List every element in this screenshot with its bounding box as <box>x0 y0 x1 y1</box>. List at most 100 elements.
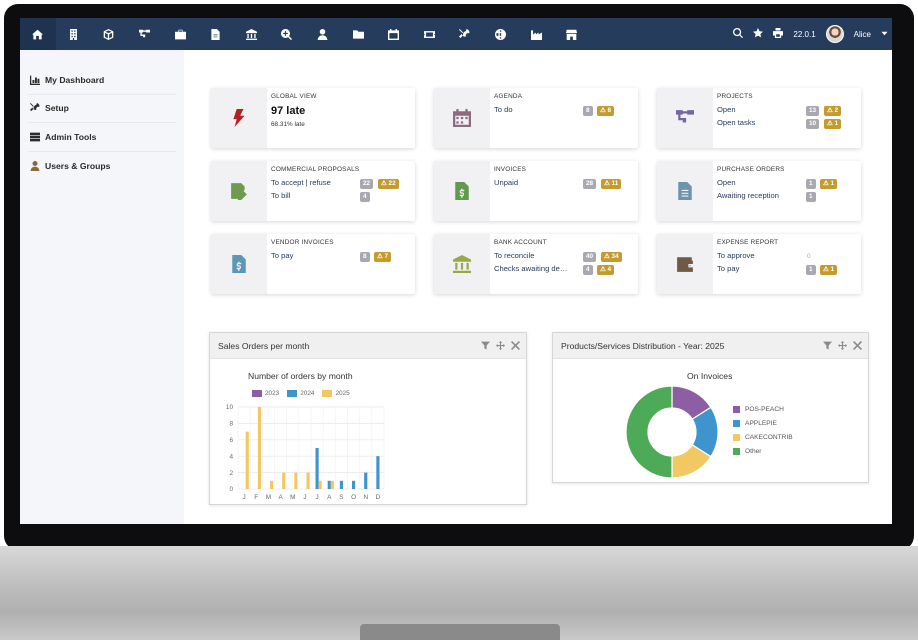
late-badge[interactable]: ⚠ 22 <box>378 179 399 189</box>
count-badge[interactable]: 13 <box>806 106 820 116</box>
box-commercial-proposals[interactable]: COMMERCIAL PROPOSALS To accept | refuse … <box>211 161 415 221</box>
globe-icon[interactable] <box>483 18 519 50</box>
widget-header[interactable]: Sales Orders per month <box>210 333 526 359</box>
building-icon[interactable] <box>56 18 92 50</box>
count-badge[interactable]: 4 <box>360 192 370 202</box>
count-badge[interactable]: 1 <box>806 265 816 275</box>
user-tie-icon[interactable] <box>305 18 341 50</box>
bar[interactable] <box>376 456 380 489</box>
pie-slice[interactable] <box>625 385 673 479</box>
move-icon[interactable] <box>496 341 505 350</box>
filter-icon[interactable] <box>481 341 490 350</box>
bar[interactable] <box>315 448 319 489</box>
bank-reconcile-label[interactable]: To reconcile <box>494 251 578 263</box>
ticket-icon[interactable] <box>412 18 448 50</box>
bank-checks-label[interactable]: Checks awaiting de… <box>494 264 578 276</box>
count-badge[interactable]: 1 <box>806 192 816 202</box>
late-badge[interactable]: ⚠ 1 <box>820 179 838 189</box>
sidebar-item-setup[interactable]: Setup <box>28 95 176 123</box>
sidebar-item-dashboard[interactable]: My Dashboard <box>28 66 176 95</box>
chevron-down-icon[interactable] <box>881 30 888 39</box>
search-plus-icon[interactable] <box>269 18 305 50</box>
late-badge[interactable]: ⚠ 4 <box>597 265 615 275</box>
sidebar-item-users-groups[interactable]: Users & Groups <box>28 152 176 181</box>
close-icon[interactable] <box>853 341 862 350</box>
legend-item[interactable]: POS-PEACH <box>733 402 793 416</box>
box-global-view[interactable]: GLOBAL VIEW 97 late 68.31% late <box>211 88 415 148</box>
late-badge[interactable]: ⚠ 1 <box>824 119 842 129</box>
late-count[interactable]: 97 late <box>271 105 305 117</box>
box-vendor-invoices[interactable]: VENDOR INVOICES To pay 8 ⚠ 7 <box>211 234 415 294</box>
x-tick-label: S <box>339 494 343 501</box>
bar[interactable] <box>352 480 356 489</box>
chart-bar-icon <box>30 75 40 85</box>
box-expense-report[interactable]: EXPENSE REPORT To approve 0 To pay 1 ⚠ 1 <box>657 234 861 294</box>
bar[interactable] <box>257 407 261 489</box>
bar[interactable] <box>294 472 298 489</box>
store-icon[interactable] <box>554 18 590 50</box>
bar[interactable] <box>306 472 310 489</box>
bar[interactable] <box>269 480 274 489</box>
box-projects[interactable]: PROJECTS Open 13 ⚠ 2 Open tasks 10 ⚠ 1 <box>657 88 861 148</box>
late-badge[interactable]: ⚠ 2 <box>824 106 842 116</box>
bar[interactable] <box>282 472 286 489</box>
user-name[interactable]: Alice <box>854 30 871 39</box>
cube-icon[interactable] <box>91 18 127 50</box>
bolt-icon <box>211 88 267 148</box>
file-invoice-icon[interactable] <box>198 18 234 50</box>
late-badge[interactable]: ⚠ 11 <box>601 179 622 189</box>
count-badge[interactable]: 40 <box>583 252 597 262</box>
legend-item[interactable]: CAKECONTRIB <box>733 430 793 444</box>
search-icon[interactable] <box>733 28 744 40</box>
count-badge[interactable]: 8 <box>583 106 593 116</box>
widget-title: Products/Services Distribution - Year: 2… <box>561 340 725 351</box>
bar[interactable] <box>330 480 334 489</box>
bar-chart: 0246810J F M A M J J A S O N D <box>226 404 385 501</box>
tools-icon[interactable] <box>447 18 483 50</box>
star-icon[interactable] <box>753 28 764 40</box>
count-badge[interactable]: 4 <box>583 265 593 275</box>
count-badge[interactable]: 1 <box>806 179 816 189</box>
bar[interactable] <box>327 480 331 489</box>
calendar-icon[interactable] <box>376 18 412 50</box>
bar[interactable] <box>339 480 343 489</box>
project-icon <box>657 88 713 148</box>
bar[interactable] <box>245 431 249 489</box>
screen: 22.0.1 Alice My Dashboard Setup Admin To… <box>20 18 892 524</box>
widget-header[interactable]: Products/Services Distribution - Year: 2… <box>553 333 868 359</box>
move-icon[interactable] <box>838 341 847 350</box>
box-invoices[interactable]: INVOICES Unpaid 28 ⚠ 11 <box>434 161 638 221</box>
avatar[interactable] <box>825 25 844 43</box>
legend-item[interactable]: APPLEPIE <box>733 416 793 430</box>
sidebar-item-admin-tools[interactable]: Admin Tools <box>28 123 176 152</box>
industry-icon[interactable] <box>518 18 554 50</box>
y-tick-label: 0 <box>229 486 233 493</box>
count-badge[interactable]: 28 <box>583 179 597 189</box>
bar[interactable] <box>318 480 322 489</box>
box-bank-account[interactable]: BANK ACCOUNT To reconcile 40 ⚠ 34 Checks… <box>434 234 638 294</box>
widget-tools <box>823 341 862 350</box>
print-icon[interactable] <box>773 28 784 40</box>
folder-icon[interactable] <box>340 18 376 50</box>
file-alt-icon <box>657 161 713 221</box>
box-agenda[interactable]: AGENDA To do 8 ⚠ 8 <box>434 88 638 148</box>
bar[interactable] <box>364 472 368 489</box>
late-badge[interactable]: ⚠ 7 <box>374 252 392 262</box>
project-icon[interactable] <box>127 18 163 50</box>
late-badge[interactable]: ⚠ 34 <box>601 252 622 262</box>
box-purchase-orders[interactable]: PURCHASE ORDERS Open 1 ⚠ 1 Awaiting rece… <box>657 161 861 221</box>
count-badge[interactable]: 22 <box>360 179 374 189</box>
briefcase-icon[interactable] <box>162 18 198 50</box>
legend-item[interactable]: Other <box>733 444 793 458</box>
late-badge[interactable]: ⚠ 1 <box>820 265 838 275</box>
filter-icon[interactable] <box>823 341 832 350</box>
count-badge[interactable]: 0 <box>804 252 814 262</box>
late-badge[interactable]: ⚠ 8 <box>597 106 615 116</box>
count-badge[interactable]: 8 <box>360 252 370 262</box>
y-tick-label: 8 <box>229 421 233 428</box>
bank-icon[interactable] <box>234 18 270 50</box>
home-icon[interactable] <box>20 18 56 50</box>
count-badge[interactable]: 10 <box>806 119 820 129</box>
x-tick-label: J <box>315 494 318 501</box>
close-icon[interactable] <box>511 341 520 350</box>
